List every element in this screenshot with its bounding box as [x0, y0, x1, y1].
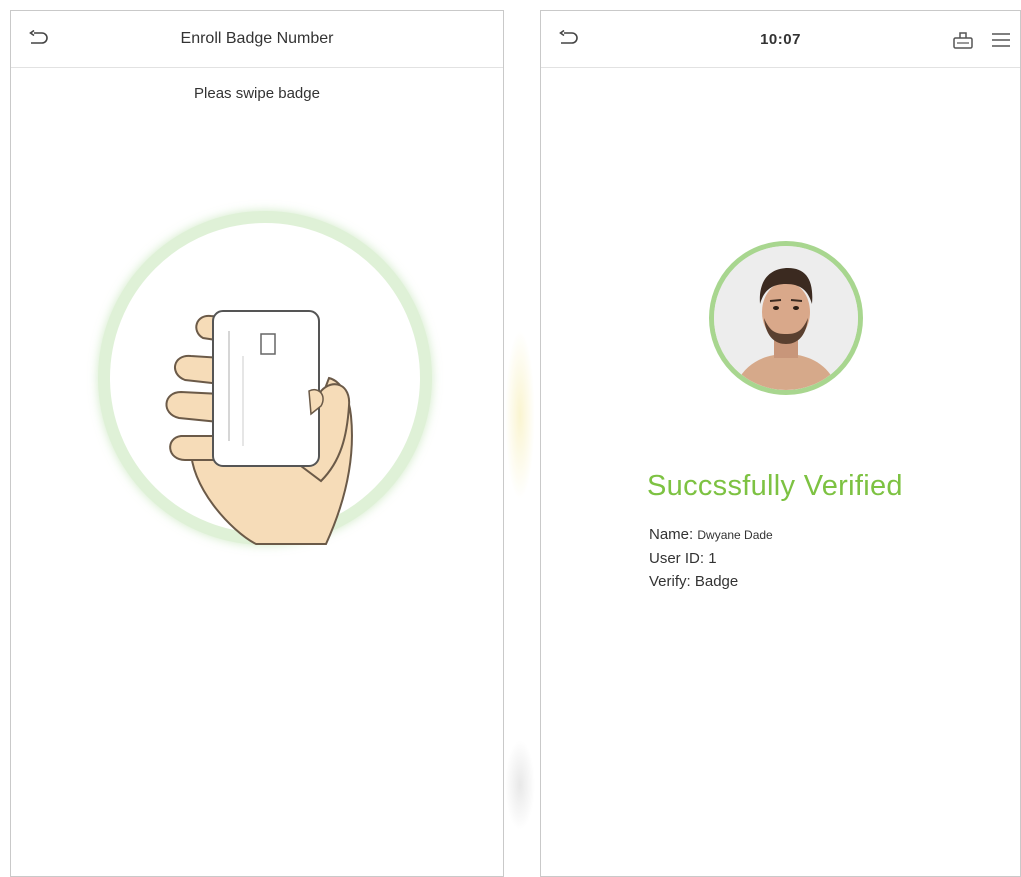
header-bar: 10:07 — [541, 11, 1020, 68]
user-id-value: 1 — [708, 550, 717, 567]
hand-badge-illustration — [165, 310, 353, 545]
header-bar: Enroll Badge Number — [11, 11, 503, 68]
swipe-prompt: Pleas swipe badge — [194, 85, 320, 102]
verify-row: Verify: Badge — [649, 570, 773, 593]
decorative-blur — [505, 330, 535, 500]
user-id-row: User ID: 1 — [649, 547, 773, 570]
name-label: Name: — [649, 526, 694, 543]
back-arrow-icon — [559, 30, 578, 44]
decorative-blur — [505, 740, 535, 830]
page-title: Enroll Badge Number — [180, 30, 334, 47]
user-photo — [714, 246, 858, 390]
clock-time: 10:07 — [760, 30, 801, 48]
back-arrow-icon — [29, 30, 48, 44]
name-value: Dwyane Dade — [697, 528, 773, 542]
verification-status: Succssfully Verified — [647, 470, 903, 502]
back-button[interactable] — [555, 26, 581, 52]
name-row: Name: Dwyane Dade — [649, 523, 773, 547]
verify-label: Verify: — [649, 573, 691, 590]
back-button[interactable] — [25, 26, 51, 52]
user-info: Name: Dwyane Dade User ID: 1 Verify: Bad… — [649, 523, 773, 593]
user-id-label: User ID: — [649, 550, 705, 567]
user-avatar — [709, 241, 863, 395]
verify-value: Badge — [694, 573, 739, 590]
header-actions — [950, 27, 1014, 53]
attendance-button[interactable] — [950, 27, 976, 53]
enroll-badge-screen: Enroll Badge Number Pleas swipe badge — [10, 10, 504, 877]
menu-button[interactable] — [988, 27, 1014, 53]
attendance-device-icon — [953, 32, 973, 49]
verification-screen: 10:07 Succssfully Verified Name: Dwyane … — [540, 10, 1021, 877]
menu-icon — [992, 33, 1010, 47]
